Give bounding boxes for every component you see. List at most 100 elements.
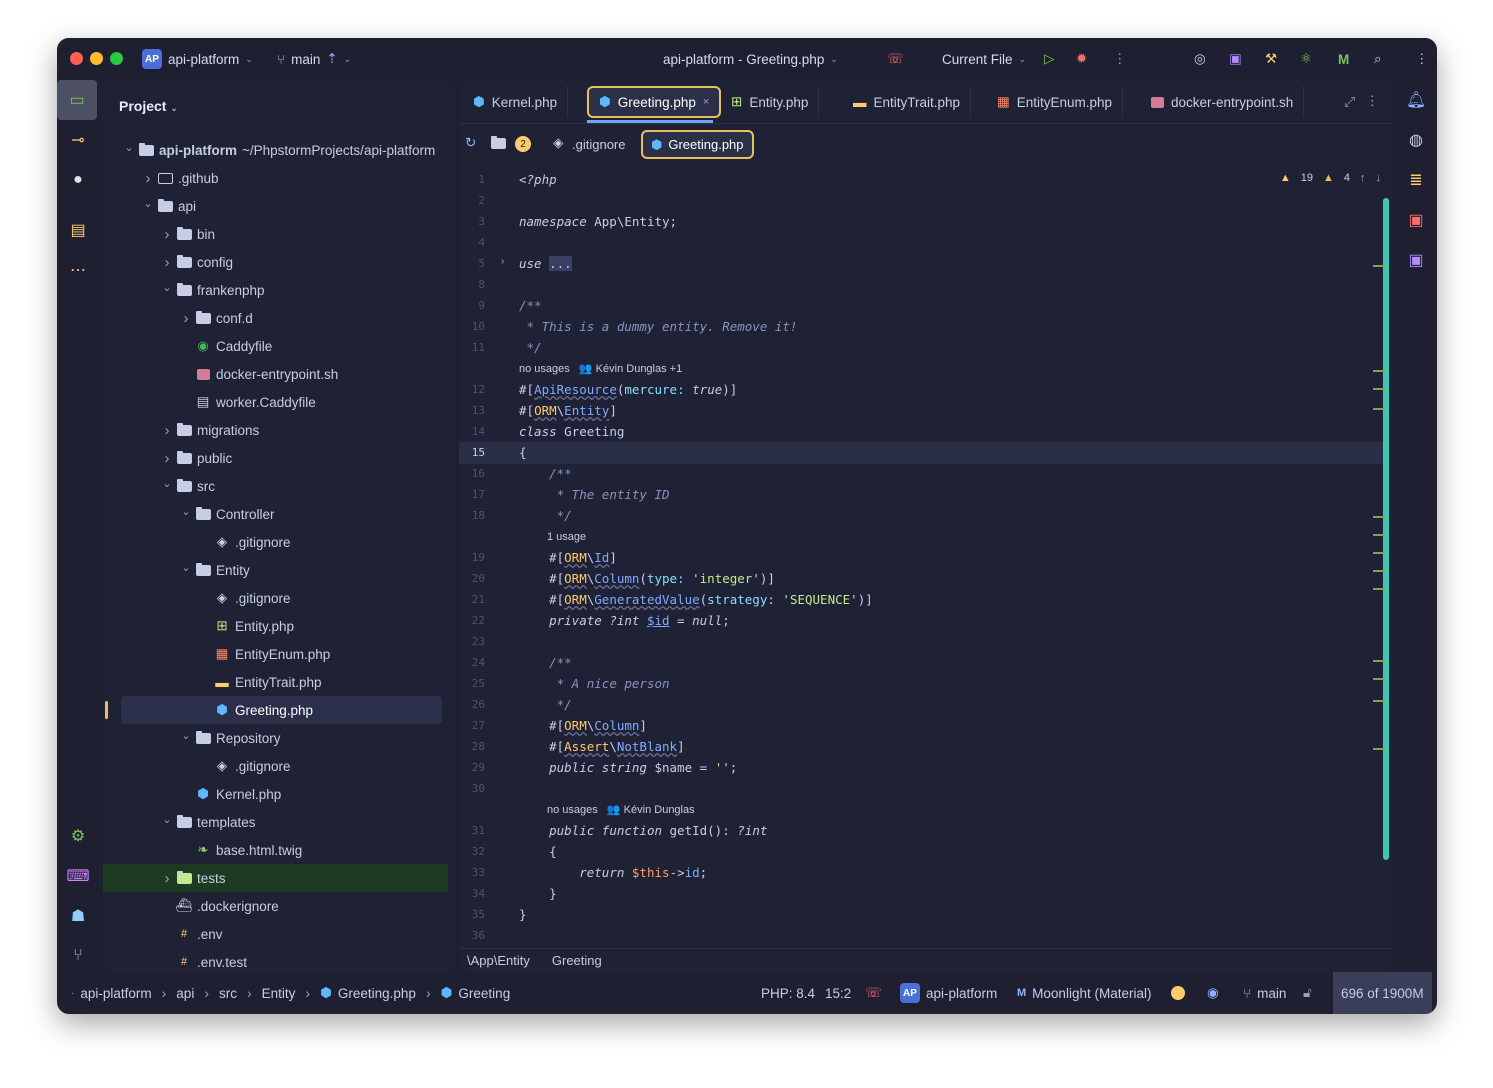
tree-item[interactable]: › .github xyxy=(103,164,448,192)
atom-icon[interactable]: ⚛ xyxy=(1300,38,1312,80)
ai-assistant-icon[interactable]: ◎ xyxy=(1194,38,1206,80)
run-config-selector[interactable]: Current File ⌄ xyxy=(942,38,1026,80)
chevron-right-icon[interactable]: › xyxy=(140,170,156,187)
tab-greeting-php[interactable]: ⬢ Greeting.php × xyxy=(587,86,722,118)
line-number[interactable]: 33 xyxy=(459,866,485,879)
status-crumb[interactable]: api xyxy=(176,986,194,1001)
sync-icon[interactable]: ↻ xyxy=(465,135,476,151)
chevron-right-icon[interactable]: › xyxy=(159,422,175,439)
tree-item[interactable]: ❧ base.html.twig xyxy=(103,836,448,864)
namespace-crumb[interactable]: \App\Entity xyxy=(467,953,530,968)
line-number[interactable]: 21 xyxy=(459,593,485,606)
tree-item[interactable]: ◈ .gitignore xyxy=(103,528,448,556)
git-icon[interactable]: ⑂ xyxy=(66,944,90,968)
tree-item[interactable]: ▤ worker.Caddyfile xyxy=(103,388,448,416)
active-file-chip[interactable]: ⬢ Greeting.php xyxy=(641,130,754,159)
settings-menu-icon[interactable]: ⋮ xyxy=(1415,38,1429,80)
line-number[interactable]: 15 xyxy=(459,446,485,459)
warning-marker[interactable] xyxy=(1373,408,1385,410)
tree-item[interactable]: docker-entrypoint.sh xyxy=(103,360,448,388)
line-number[interactable]: 31 xyxy=(459,824,485,837)
warning-marker[interactable] xyxy=(1373,748,1385,750)
git-branch-status[interactable]: ⑂ main xyxy=(1243,972,1286,1014)
memory-indicator[interactable]: 696 of 1900M xyxy=(1333,972,1432,1014)
line-number[interactable]: 3 xyxy=(459,215,485,228)
line-number[interactable]: 24 xyxy=(459,656,485,669)
code-content[interactable]: <?php namespace App\Entity; use ... /** * T… xyxy=(519,164,1373,948)
commit-icon[interactable]: ⊸ xyxy=(66,128,90,152)
warning-marker[interactable] xyxy=(1373,570,1385,572)
search-icon[interactable]: ⌕ xyxy=(1374,38,1382,80)
tree-item[interactable]: ▬ EntityTrait.php xyxy=(103,668,448,696)
notifications-icon[interactable]: 🔔︎ xyxy=(1404,88,1428,112)
tree-item[interactable]: ◈ .gitignore xyxy=(103,584,448,612)
line-number[interactable]: 32 xyxy=(459,845,485,858)
chevron-right-icon[interactable]: › xyxy=(159,254,175,271)
line-number[interactable]: 19 xyxy=(459,551,485,564)
more-icon[interactable]: ⋮ xyxy=(1113,38,1127,80)
warning-marker[interactable] xyxy=(1373,265,1385,267)
class-crumb[interactable]: Greeting xyxy=(552,953,602,968)
tools-icon[interactable]: ⚒ xyxy=(1265,38,1277,80)
tab-kernel-php[interactable]: ⬢ Kernel.php xyxy=(463,86,569,118)
project-panel-header[interactable]: Project ⌄ xyxy=(119,98,178,114)
inlay-hint[interactable]: no usages 👥 Kévin Dunglas +1 xyxy=(519,359,682,379)
tree-item[interactable]: ◉ Caddyfile xyxy=(103,332,448,360)
line-number[interactable]: 9 xyxy=(459,299,485,312)
tab-docker-entrypoint-sh[interactable]: docker-entrypoint.sh xyxy=(1141,86,1305,118)
tree-item[interactable]: ▦ EntityEnum.php xyxy=(103,640,448,668)
editor-scrollbar[interactable] xyxy=(1383,198,1389,860)
chevron-down-icon[interactable]: ⌄ xyxy=(178,505,194,518)
warning-marker[interactable] xyxy=(1373,552,1385,554)
ai-chat-icon[interactable]: ◍ xyxy=(1404,128,1428,152)
line-number[interactable]: 17 xyxy=(459,488,485,501)
chevron-right-icon[interactable]: › xyxy=(159,450,175,467)
database-icon[interactable]: ≣ xyxy=(1404,168,1428,192)
code-with-me-icon[interactable]: ▣ xyxy=(1229,38,1242,80)
eye-icon[interactable]: ◉ xyxy=(1207,972,1219,1014)
warning-marker[interactable] xyxy=(1373,588,1385,590)
line-number[interactable]: 35 xyxy=(459,908,485,921)
tree-item[interactable]: ⌄ api xyxy=(103,192,448,220)
project-switcher[interactable]: AP api-platform ⌄ xyxy=(142,38,253,80)
project-tool-icon[interactable]: ▭ xyxy=(57,80,97,120)
tree-item[interactable]: › conf.d xyxy=(103,304,448,332)
code-with-me-right-icon[interactable]: ▣ xyxy=(1404,248,1428,272)
tabs-more-icon[interactable]: ⋮ xyxy=(1366,93,1380,109)
line-number[interactable]: 23 xyxy=(459,635,485,648)
line-number[interactable]: 27 xyxy=(459,719,485,732)
tree-item[interactable]: › migrations xyxy=(103,416,448,444)
bookmarks-icon[interactable]: ▣ xyxy=(1404,208,1428,232)
line-number[interactable]: 28 xyxy=(459,740,485,753)
chevron-right-icon[interactable]: › xyxy=(159,870,175,887)
line-number[interactable]: 14 xyxy=(459,425,485,438)
problems-badge[interactable]: 2 xyxy=(515,136,531,152)
line-number[interactable]: 36 xyxy=(459,929,485,942)
line-number[interactable]: 11 xyxy=(459,341,485,354)
status-crumb[interactable]: Greeting.php xyxy=(338,986,416,1001)
warning-marker[interactable] xyxy=(1373,516,1385,518)
tab-entitytrait-php[interactable]: ▬ EntityTrait.php xyxy=(843,86,972,118)
tab-entity-php[interactable]: ⊞ Entity.php xyxy=(721,86,820,118)
tab-entityenum-php[interactable]: ▦ EntityEnum.php xyxy=(987,86,1124,118)
tree-item[interactable]: ⌄ Controller xyxy=(103,500,448,528)
tree-item[interactable]: ⌄ Repository xyxy=(103,724,448,752)
chevron-down-icon[interactable]: ⌄ xyxy=(159,813,175,826)
project-status[interactable]: AP api-platform xyxy=(900,972,997,1014)
status-crumb[interactable]: api-platform xyxy=(80,986,151,1001)
line-number[interactable]: 10 xyxy=(459,320,485,333)
tree-item[interactable]: ⌄ templates xyxy=(103,808,448,836)
window-title[interactable]: api-platform - Greeting.php ⌄ xyxy=(663,38,838,80)
github-icon[interactable]: ● xyxy=(66,168,90,192)
branch-switcher[interactable]: ⑂ main ⇡ ⌄ xyxy=(277,38,351,80)
line-number[interactable]: 2 xyxy=(459,194,485,207)
line-number[interactable]: 30 xyxy=(459,782,485,795)
theme-status[interactable]: M Moonlight (Material) xyxy=(1017,972,1151,1014)
chevron-right-icon[interactable]: › xyxy=(178,310,194,327)
php-version[interactable]: PHP: 8.4 xyxy=(761,972,815,1014)
tree-item[interactable]: › public xyxy=(103,444,448,472)
line-number[interactable]: 4 xyxy=(459,236,485,249)
close-window-button[interactable] xyxy=(70,52,83,65)
caret-position[interactable]: 15:2 xyxy=(825,972,851,1014)
line-number[interactable]: 5 xyxy=(459,257,485,270)
